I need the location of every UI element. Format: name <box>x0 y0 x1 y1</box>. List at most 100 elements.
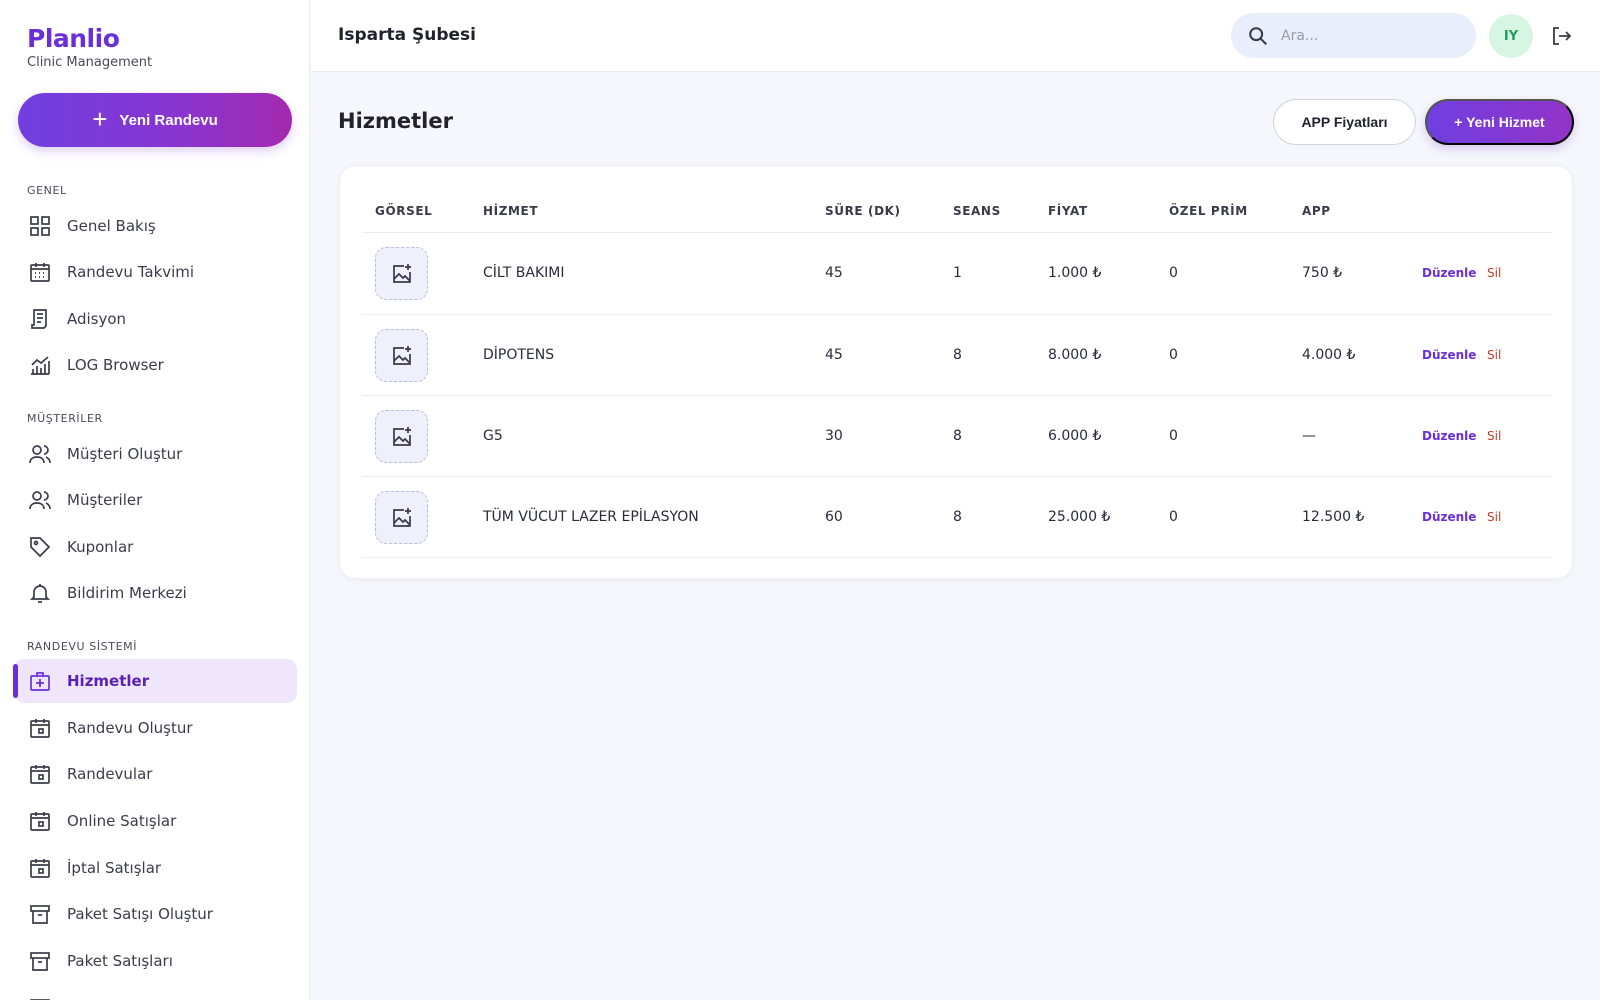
section-label-randevu-sistemi: RANDEVU SİSTEMİ <box>27 640 138 653</box>
sidebar-item-label: Müşteriler <box>67 491 143 509</box>
service-bonus: 0 <box>1169 347 1178 363</box>
image-placeholder[interactable] <box>375 410 428 463</box>
brand-subtitle: Clinic Management <box>27 55 153 70</box>
service-price: 6.000 ₺ <box>1048 428 1102 444</box>
table-row: CİLT BAKIMI 45 1 1.000 ₺ 0 750 ₺ Düzenle… <box>340 233 1574 314</box>
service-price: 1.000 ₺ <box>1048 265 1102 281</box>
sidebar-item-label: İptal Satışlar <box>67 859 162 877</box>
edit-link[interactable]: Düzenle <box>1422 266 1476 280</box>
edit-link[interactable]: Düzenle <box>1422 348 1476 362</box>
service-app-price: 750 ₺ <box>1302 265 1343 281</box>
service-price: 25.000 ₺ <box>1048 509 1111 525</box>
service-sessions: 8 <box>953 347 962 363</box>
sidebar-item-randevu-olustur[interactable]: Randevu Oluştur <box>14 706 297 750</box>
plus-icon: + <box>92 103 108 134</box>
logout-button[interactable] <box>1549 24 1573 48</box>
sidebar-item-label: Genel Bakış <box>67 217 156 235</box>
service-duration: 60 <box>825 509 843 525</box>
topbar: Isparta Şubesi IY <box>311 0 1600 72</box>
service-price: 8.000 ₺ <box>1048 347 1102 363</box>
sidebar-item-label: Bildirim Merkezi <box>67 584 187 602</box>
sidebar-item-label: Hizmetler <box>67 672 150 690</box>
table-row: DİPOTENS 45 8 8.000 ₺ 0 4.000 ₺ Düzenle … <box>340 315 1574 396</box>
service-bonus: 0 <box>1169 428 1178 444</box>
sidebar-item-label: LOG Browser <box>67 356 164 374</box>
sidebar-item-log-browser[interactable]: LOG Browser <box>14 343 297 387</box>
sidebar-item-randevu-takvimi[interactable]: Randevu Takvimi <box>14 250 297 294</box>
service-name: TÜM VÜCUT LAZER EPİLASYON <box>483 509 699 525</box>
table-row: G5 30 8 6.000 ₺ 0 — Düzenle Sil <box>340 396 1574 477</box>
sidebar-item-paket-satislari[interactable]: Paket Satışları <box>14 939 297 983</box>
image-placeholder[interactable] <box>375 247 428 300</box>
edit-link[interactable]: Düzenle <box>1422 510 1476 524</box>
service-sessions: 8 <box>953 428 962 444</box>
logout-icon <box>1553 27 1572 45</box>
add-image-icon <box>392 263 411 283</box>
sidebar-item-label: Randevu Oluştur <box>67 719 193 737</box>
branch-name[interactable]: Isparta Şubesi <box>338 25 476 45</box>
new-appointment-button[interactable]: + Yeni Randevu <box>18 93 292 147</box>
sidebar-item-label: Müşteri Oluştur <box>67 445 183 463</box>
sidebar-item-label: Online Satışlar <box>67 812 177 830</box>
image-placeholder[interactable] <box>375 329 428 382</box>
search-box[interactable] <box>1231 13 1476 58</box>
column-header-service: HİZMET <box>483 204 539 218</box>
users-icon <box>28 488 52 512</box>
calendar-icon <box>28 809 52 833</box>
service-bonus: 0 <box>1169 509 1178 525</box>
receipt-icon <box>28 307 52 331</box>
sidebar: Planlio Clinic Management + Yeni Randevu… <box>0 0 310 1000</box>
sidebar-item-musteri-olustur[interactable]: Müşteri Oluştur <box>14 432 297 476</box>
archive-icon <box>28 902 52 926</box>
service-sessions: 8 <box>953 509 962 525</box>
add-image-icon <box>392 345 411 365</box>
chart-icon <box>28 353 52 377</box>
sidebar-item-label: Paket Satışı Oluştur <box>67 905 213 923</box>
sidebar-item-bildirim-merkezi[interactable]: Bildirim Merkezi <box>14 571 297 615</box>
image-placeholder[interactable] <box>375 491 428 544</box>
service-name: G5 <box>483 428 503 444</box>
service-name: CİLT BAKIMI <box>483 265 565 281</box>
service-bonus: 0 <box>1169 265 1178 281</box>
service-name: DİPOTENS <box>483 347 555 363</box>
search-input[interactable] <box>1281 27 1461 44</box>
column-header-price: FİYAT <box>1048 204 1088 218</box>
calendar-icon <box>28 856 52 880</box>
add-image-icon <box>392 426 411 446</box>
page-title: Hizmetler <box>338 109 453 133</box>
grid-icon <box>28 214 52 238</box>
sidebar-item-iptal-satislar[interactable]: İptal Satışlar <box>14 846 297 890</box>
new-service-button[interactable]: + Yeni Hizmet <box>1425 99 1574 145</box>
delete-link[interactable]: Sil <box>1487 429 1501 443</box>
service-app-price: — <box>1302 428 1316 444</box>
delete-link[interactable]: Sil <box>1487 266 1501 280</box>
sidebar-item-adisyon[interactable]: Adisyon <box>14 297 297 341</box>
delete-link[interactable]: Sil <box>1487 348 1501 362</box>
sidebar-item-genel-bakis[interactable]: Genel Bakış <box>14 204 297 248</box>
users-icon <box>28 442 52 466</box>
sidebar-item-musteriler[interactable]: Müşteriler <box>14 478 297 522</box>
service-duration: 30 <box>825 428 843 444</box>
app-prices-button[interactable]: APP Fiyatları <box>1273 99 1416 145</box>
calendar-icon <box>28 762 52 786</box>
service-app-price: 12.500 ₺ <box>1302 509 1365 525</box>
sidebar-item-randevular[interactable]: Randevular <box>14 752 297 796</box>
sidebar-item-hizmetler[interactable]: Hizmetler <box>13 659 297 703</box>
sidebar-item-label: Kuponlar <box>67 538 134 556</box>
avatar[interactable]: IY <box>1489 14 1533 58</box>
sidebar-item-kuponlar[interactable]: Kuponlar <box>14 525 297 569</box>
sidebar-item-label: Randevu Takvimi <box>67 263 195 281</box>
column-header-bonus: ÖZEL PRİM <box>1169 204 1248 218</box>
sidebar-item-partial[interactable] <box>14 986 297 1000</box>
column-header-duration: SÜRE (DK) <box>825 204 901 218</box>
archive-icon <box>28 996 52 1000</box>
sidebar-item-online-satislar[interactable]: Online Satışlar <box>14 799 297 843</box>
edit-link[interactable]: Düzenle <box>1422 429 1476 443</box>
calendar-icon <box>28 716 52 740</box>
service-duration: 45 <box>825 347 843 363</box>
brand[interactable]: Planlio Clinic Management <box>27 24 152 70</box>
delete-link[interactable]: Sil <box>1487 510 1501 524</box>
section-label-musteriler: MÜŞTERİLER <box>27 412 103 425</box>
add-image-icon <box>392 507 411 527</box>
sidebar-item-paket-satisi-olustur[interactable]: Paket Satışı Oluştur <box>14 892 297 936</box>
